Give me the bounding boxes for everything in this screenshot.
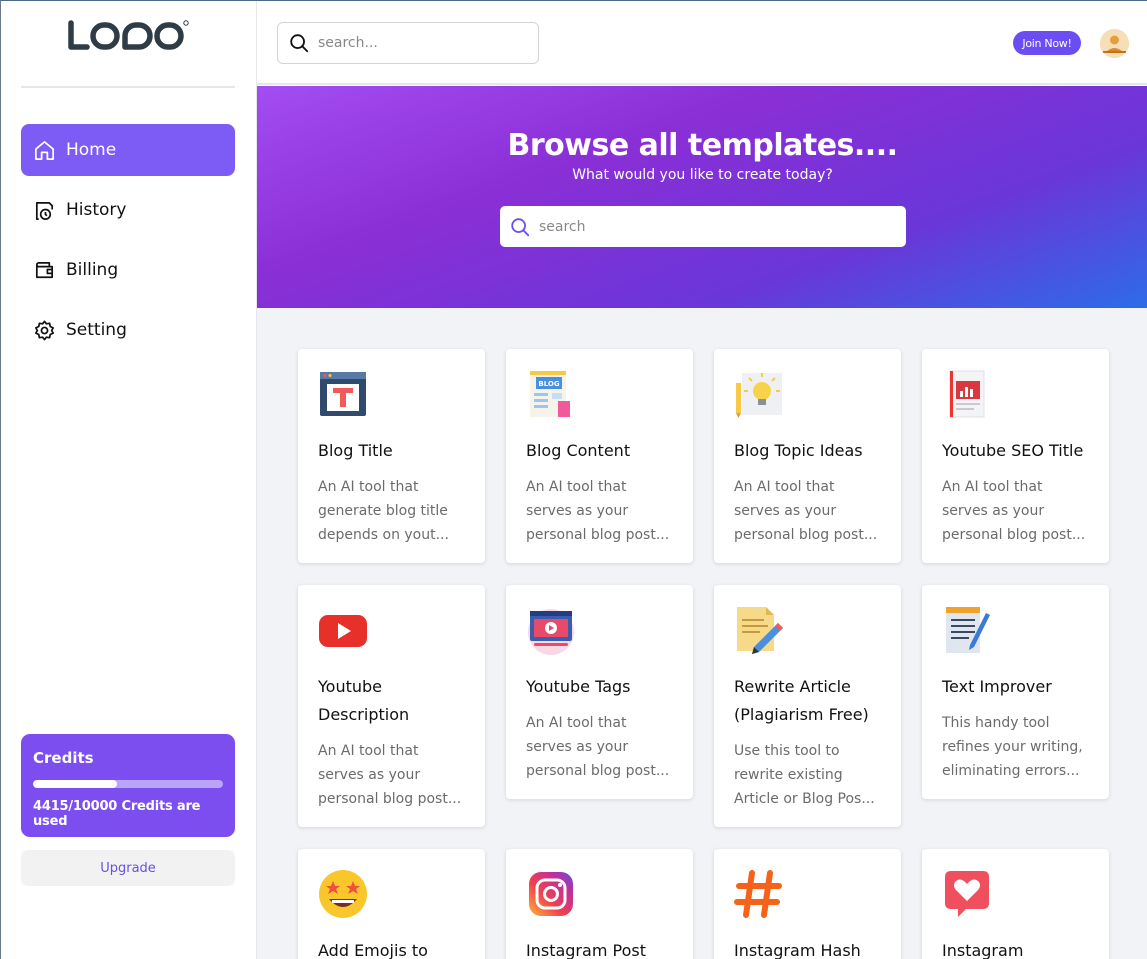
template-description: An AI tool that serves as your personal … <box>526 479 670 543</box>
template-title: Blog Topic Ideas <box>734 441 863 460</box>
seo-report-icon <box>949 370 985 418</box>
template-card-youtube-seo-title[interactable]: Youtube SEO Title An AI tool that serves… <box>922 349 1109 563</box>
history-icon <box>35 201 54 220</box>
lightbulb-icon <box>736 373 782 418</box>
logo-divider <box>21 86 235 88</box>
sidebar-item-label: Home <box>66 140 117 160</box>
template-title: Rewrite Article (Plagiarism Free) <box>734 677 869 724</box>
template-card-youtube-tags[interactable]: Youtube Tags An AI tool that serves as y… <box>506 585 693 799</box>
upgrade-button[interactable]: Upgrade <box>21 850 235 886</box>
sidebar: Home History Billing Setting Credits 441… <box>1 1 257 959</box>
hashtag-icon <box>734 870 782 918</box>
template-title: Blog Content <box>526 441 631 460</box>
template-card-text-improver[interactable]: Text Improver This handy tool refines yo… <box>922 585 1109 799</box>
wallet-icon <box>35 261 54 278</box>
hero-search-input[interactable] <box>539 218 879 235</box>
template-description: An AI tool that serves as your personal … <box>734 479 878 543</box>
template-title: Youtube SEO Title <box>942 441 1084 460</box>
sidebar-item-setting[interactable]: Setting <box>21 304 235 356</box>
blog-content-icon: BLOG <box>530 371 570 417</box>
template-title: Text Improver <box>942 677 1052 696</box>
template-title: Youtube Tags <box>526 677 631 696</box>
svg-text:BLOG: BLOG <box>538 380 559 388</box>
top-search-input[interactable] <box>318 35 518 51</box>
sidebar-item-history[interactable]: History <box>21 184 235 236</box>
template-title: Youtube Description <box>318 677 410 724</box>
notepad-icon <box>946 607 990 653</box>
youtube-icon <box>319 615 367 647</box>
template-card-blog-topic-ideas[interactable]: Blog Topic Ideas An AI tool that serves … <box>714 349 901 563</box>
top-bar: Join Now! <box>257 1 1147 85</box>
template-description: This handy tool refines your writing, el… <box>942 715 1083 779</box>
template-card-youtube-description[interactable]: Youtube Description An AI tool that serv… <box>298 585 485 827</box>
template-description: An AI tool that serves as your personal … <box>318 743 462 807</box>
template-card-add-emojis[interactable]: Add Emojis to <box>298 849 485 959</box>
template-title: Blog Title <box>318 441 393 460</box>
avatar[interactable] <box>1100 29 1129 58</box>
template-card-rewrite-article[interactable]: Rewrite Article (Plagiarism Free) Use th… <box>714 585 901 827</box>
template-description: An AI tool that serves as your personal … <box>942 479 1086 543</box>
search-icon <box>290 34 309 53</box>
template-card-blog-title[interactable]: Blog Title An AI tool that generate blog… <box>298 349 485 563</box>
video-player-icon <box>528 609 574 655</box>
user-avatar-icon <box>1100 29 1129 58</box>
sidebar-item-billing[interactable]: Billing <box>21 244 235 296</box>
home-icon <box>35 140 54 160</box>
logo[interactable] <box>67 19 191 53</box>
template-card-blog-content[interactable]: BLOG Blog Content An AI tool that serves… <box>506 349 693 563</box>
sidebar-item-label: Setting <box>66 320 127 340</box>
star-eyes-emoji-icon <box>319 870 367 918</box>
credits-progress-fill <box>33 780 117 788</box>
credits-progress-bar <box>33 780 223 788</box>
sidebar-item-label: History <box>66 200 127 220</box>
join-now-button[interactable]: Join Now! <box>1013 31 1081 55</box>
template-card-instagram-hash[interactable]: Instagram Hash <box>714 849 901 959</box>
heart-chat-icon <box>945 871 989 917</box>
hero-title: Browse all templates.... <box>507 128 898 163</box>
template-description: An AI tool that serves as your personal … <box>526 715 670 779</box>
credits-usage-text: 4415/10000 Credits are used <box>33 799 201 829</box>
template-card-instagram-post[interactable]: Instagram Post <box>506 849 693 959</box>
templates-grid: Blog Title An AI tool that generate blog… <box>257 308 1147 959</box>
template-description: An AI tool that generate blog title depe… <box>318 479 449 543</box>
hero-subtitle: What would you like to create today? <box>572 167 833 183</box>
top-search-box[interactable] <box>277 22 539 64</box>
template-title: Instagram Hash <box>734 941 861 959</box>
edit-document-icon <box>737 607 783 654</box>
template-title: Instagram Post <box>526 941 646 959</box>
template-title: Instagram <box>942 941 1024 959</box>
instagram-icon <box>529 872 573 916</box>
template-description: Use this tool to rewrite existing Articl… <box>734 743 875 807</box>
template-card-instagram[interactable]: Instagram <box>922 849 1109 959</box>
hero-banner: Browse all templates.... What would you … <box>257 86 1147 308</box>
credits-card: Credits 4415/10000 Credits are used <box>21 734 235 837</box>
sidebar-item-label: Billing <box>66 260 119 280</box>
search-icon <box>511 217 530 236</box>
hero-search-box[interactable] <box>500 206 906 247</box>
template-title: Add Emojis to <box>318 941 428 959</box>
sidebar-item-home[interactable]: Home <box>21 124 235 176</box>
gear-icon <box>35 320 54 340</box>
blog-title-icon <box>320 372 366 416</box>
credits-title: Credits <box>33 749 94 767</box>
